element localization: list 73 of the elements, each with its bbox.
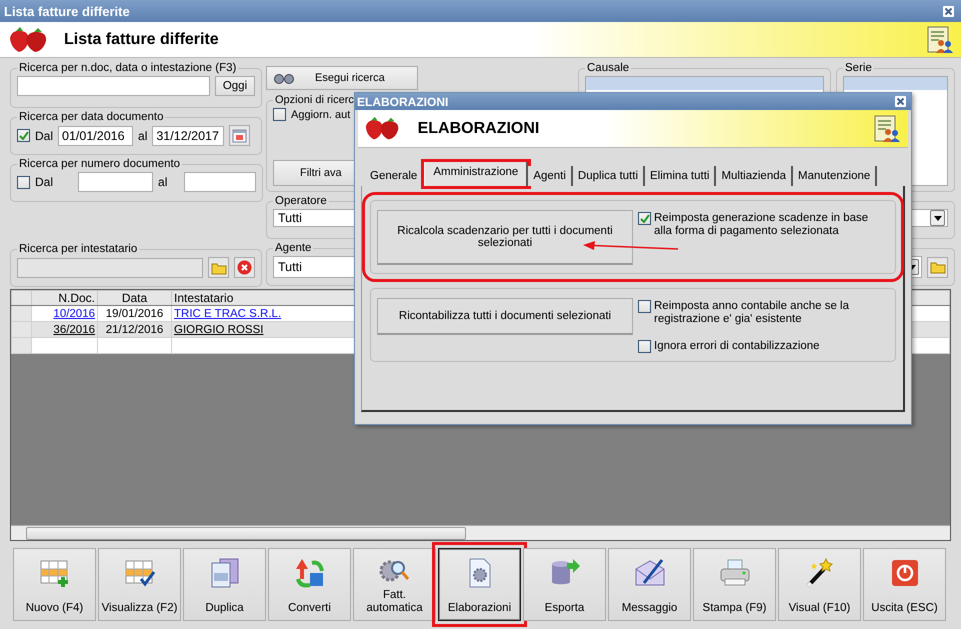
table-cell: 19/01/2016 xyxy=(98,306,172,322)
checkbox[interactable] xyxy=(17,129,30,142)
close-button[interactable] xyxy=(941,4,955,18)
close-icon xyxy=(942,6,954,16)
toolbar-button[interactable]: Stampa (F9) xyxy=(693,548,776,621)
search-button[interactable]: Esegui ricerca xyxy=(266,66,418,90)
group-label: Ricerca per intestatario xyxy=(18,243,138,255)
clear-button[interactable] xyxy=(234,257,255,278)
window-title: Lista fatture differite xyxy=(4,4,130,18)
checkbox-label: Dal xyxy=(35,175,54,189)
browse-button[interactable] xyxy=(927,256,948,278)
group-label: Causale xyxy=(586,62,630,74)
checkbox-label: Reimposta generazione scadenze in base alla forma di pagamento selezionata xyxy=(654,212,870,238)
page-heading: Lista fatture differite xyxy=(64,30,220,48)
checkbox-label: Dal xyxy=(35,128,54,142)
date-from-field[interactable]: 01/01/2016 xyxy=(58,126,134,146)
group-label: Ricerca per numero documento xyxy=(18,158,182,170)
date-to-field[interactable]: 31/12/2017 xyxy=(152,126,224,146)
action-button[interactable]: Ricontabilizza tutti i documenti selezionati xyxy=(377,298,633,335)
holder-link[interactable]: GIORGIO ROSSI xyxy=(174,324,264,336)
toolbar-button[interactable]: Nuovo (F4) xyxy=(13,548,96,621)
group-label: Opzioni di ricerc xyxy=(274,94,355,106)
tab[interactable]: Amministrazione xyxy=(424,162,528,186)
dialog-heading: ELABORAZIONI xyxy=(418,120,540,138)
holder-field[interactable] xyxy=(17,258,203,278)
checkbox-label: Ignora errori di contabilizzazione xyxy=(654,340,820,353)
column-header: N.Doc. xyxy=(32,290,98,306)
horizontal-scrollbar[interactable] xyxy=(11,525,950,540)
checkbox-label: Aggiorn. aut xyxy=(291,108,350,120)
action-button[interactable]: Ricalcola scadenzario per tutti i documenti selezionati xyxy=(377,210,633,265)
toolbar-button[interactable]: Esporta xyxy=(523,548,606,621)
holder-link[interactable]: TRIC E TRAC S.R.L. xyxy=(174,308,282,320)
document-people-icon xyxy=(874,114,900,142)
magic-wand-icon xyxy=(804,557,836,589)
document-people-icon xyxy=(927,26,953,54)
toolbar-button[interactable]: Uscita (ESC) xyxy=(863,548,946,621)
number-from-field[interactable] xyxy=(78,172,154,192)
folder-icon xyxy=(210,260,226,274)
convert-icon xyxy=(294,557,326,589)
toolbar-button[interactable]: Messaggio xyxy=(608,548,691,621)
group-label: Operatore xyxy=(274,195,328,207)
folder-icon xyxy=(930,260,946,274)
dialog-title: ELABORAZIONI xyxy=(357,94,448,108)
group-label: Serie xyxy=(844,62,873,74)
column-header: Data xyxy=(98,290,172,306)
toolbar-button[interactable]: Visual (F10) xyxy=(778,548,861,621)
browse-button[interactable] xyxy=(208,257,229,278)
binoculars-icon xyxy=(273,72,295,84)
number-to-field[interactable] xyxy=(184,172,256,192)
clear-icon xyxy=(237,260,252,275)
copy-icon xyxy=(208,557,240,589)
checkbox[interactable] xyxy=(638,212,651,225)
checkbox[interactable] xyxy=(17,176,30,188)
calendar-button[interactable] xyxy=(229,125,250,146)
table-cell: 21/12/2016 xyxy=(98,322,172,338)
close-button[interactable] xyxy=(893,94,907,108)
checkbox[interactable] xyxy=(638,340,651,353)
group-label: Ricerca per n.doc, data o intestazione (F3) xyxy=(18,62,238,74)
toolbar-button[interactable]: Converti xyxy=(268,548,351,621)
toolbar-button[interactable]: Duplica xyxy=(183,548,266,621)
checkbox[interactable] xyxy=(273,108,286,121)
toolbar-button[interactable]: Fatt. automatica xyxy=(353,548,436,621)
group-label: Agente xyxy=(274,242,312,254)
toolbar-button[interactable]: Visualizza (F2) xyxy=(98,548,181,621)
today-button[interactable]: Oggi xyxy=(215,76,255,96)
search-field[interactable] xyxy=(17,76,210,96)
field-label: al xyxy=(138,128,148,142)
tab[interactable]: Agenti xyxy=(528,166,573,186)
group-label: Ricerca per data documento xyxy=(18,111,164,123)
checkbox[interactable] xyxy=(638,300,651,313)
close-icon xyxy=(894,96,906,107)
field-label: al xyxy=(158,175,168,189)
calendar-icon xyxy=(232,128,248,143)
